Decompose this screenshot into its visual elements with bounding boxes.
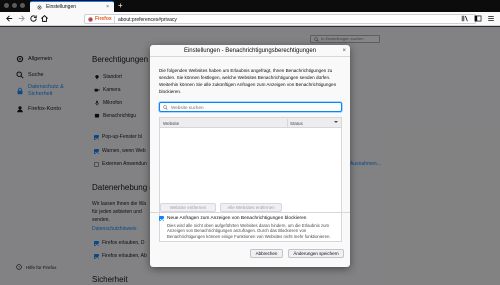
sort-arrow-icon[interactable]: [334, 121, 338, 123]
block-description: Dies wird alle nicht oben aufgeführten W…: [167, 223, 331, 239]
forward-arrow-icon[interactable]: [17, 14, 26, 23]
maximize-window-button[interactable]: [20, 3, 25, 8]
save-changes-button[interactable]: Änderungen speichern: [288, 249, 344, 258]
library-icon[interactable]: [461, 14, 469, 23]
column-status[interactable]: Status: [290, 121, 303, 126]
column-website[interactable]: Website: [163, 121, 179, 126]
dialog-separator: [150, 212, 350, 213]
dialog-description: Die folgenden Websites haben um Erlaubni…: [159, 68, 337, 94]
firefox-logo-icon: [88, 16, 93, 22]
sidebar-icon[interactable]: [474, 14, 482, 23]
minimize-window-button[interactable]: [12, 3, 17, 8]
block-new-requests-label: Neue Anfragen zum Anzeigen von Benachric…: [167, 216, 307, 221]
close-window-button[interactable]: [4, 3, 9, 8]
home-icon[interactable]: [40, 14, 49, 23]
url-text[interactable]: about:preferences#privacy: [118, 17, 177, 23]
reload-icon[interactable]: [29, 14, 38, 23]
website-search-input[interactable]: Website suchen: [159, 102, 342, 112]
block-new-requests-row[interactable]: Neue Anfragen zum Anzeigen von Benachric…: [159, 216, 306, 221]
toolbar-right: [461, 14, 495, 23]
tab-close-button[interactable]: ×: [106, 4, 109, 10]
window-controls: [4, 3, 25, 8]
tab-strip: Einstellungen × +: [0, 0, 500, 12]
notification-permissions-dialog: Einstellungen - Benachrichtigungsberecht…: [150, 45, 350, 267]
new-tab-button[interactable]: +: [118, 1, 123, 10]
tab-title: Einstellungen: [46, 4, 77, 10]
search-icon: [163, 105, 168, 110]
url-separator: [114, 16, 115, 23]
menu-icon[interactable]: [487, 14, 495, 23]
block-new-requests-checkbox[interactable]: [159, 216, 164, 221]
url-bar[interactable]: Firefox about:preferences#privacy: [84, 14, 476, 24]
cancel-button[interactable]: Abbrechen: [250, 249, 283, 258]
website-search-placeholder: Website suchen: [171, 105, 204, 110]
dialog-close-button[interactable]: ×: [342, 48, 346, 54]
tab-einstellungen[interactable]: Einstellungen ×: [30, 1, 114, 12]
remove-all-websites-button[interactable]: Alle Websites entfernen: [220, 203, 282, 212]
back-arrow-icon[interactable]: [5, 14, 14, 23]
table-header: Website Status: [160, 118, 341, 128]
identity-box[interactable]: Firefox: [88, 16, 112, 22]
dialog-title: Einstellungen - Benachrichtigungsberecht…: [183, 47, 317, 54]
dialog-title-bar: Einstellungen - Benachrichtigungsberecht…: [150, 45, 350, 57]
remove-website-button[interactable]: Website entfernen: [160, 203, 216, 212]
navigation-toolbar: Firefox about:preferences#privacy: [0, 12, 500, 26]
column-divider: [287, 119, 288, 127]
gear-icon: [37, 5, 42, 10]
identity-label: Firefox: [95, 16, 112, 22]
